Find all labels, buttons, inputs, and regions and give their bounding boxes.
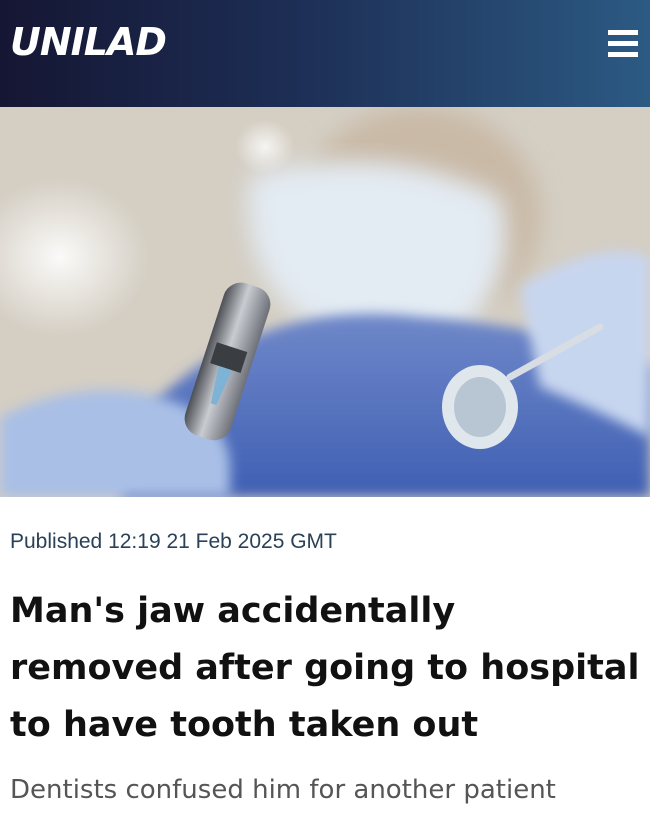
publish-date: Published 12:19 21 Feb 2025 GMT bbox=[10, 530, 337, 553]
site-logo[interactable]: UNILAD bbox=[10, 17, 167, 67]
menu-bar bbox=[608, 41, 638, 46]
hamburger-menu-icon[interactable] bbox=[608, 28, 640, 60]
site-header: UNILAD bbox=[0, 0, 650, 107]
menu-bar bbox=[608, 52, 638, 57]
dentist-photo bbox=[0, 107, 650, 497]
article-headline: Man's jaw accidentally removed after goi… bbox=[10, 591, 640, 745]
article-subheadline: Dentists confused him for another patien… bbox=[10, 775, 556, 805]
hero-image bbox=[0, 107, 650, 497]
menu-bar bbox=[608, 30, 638, 35]
